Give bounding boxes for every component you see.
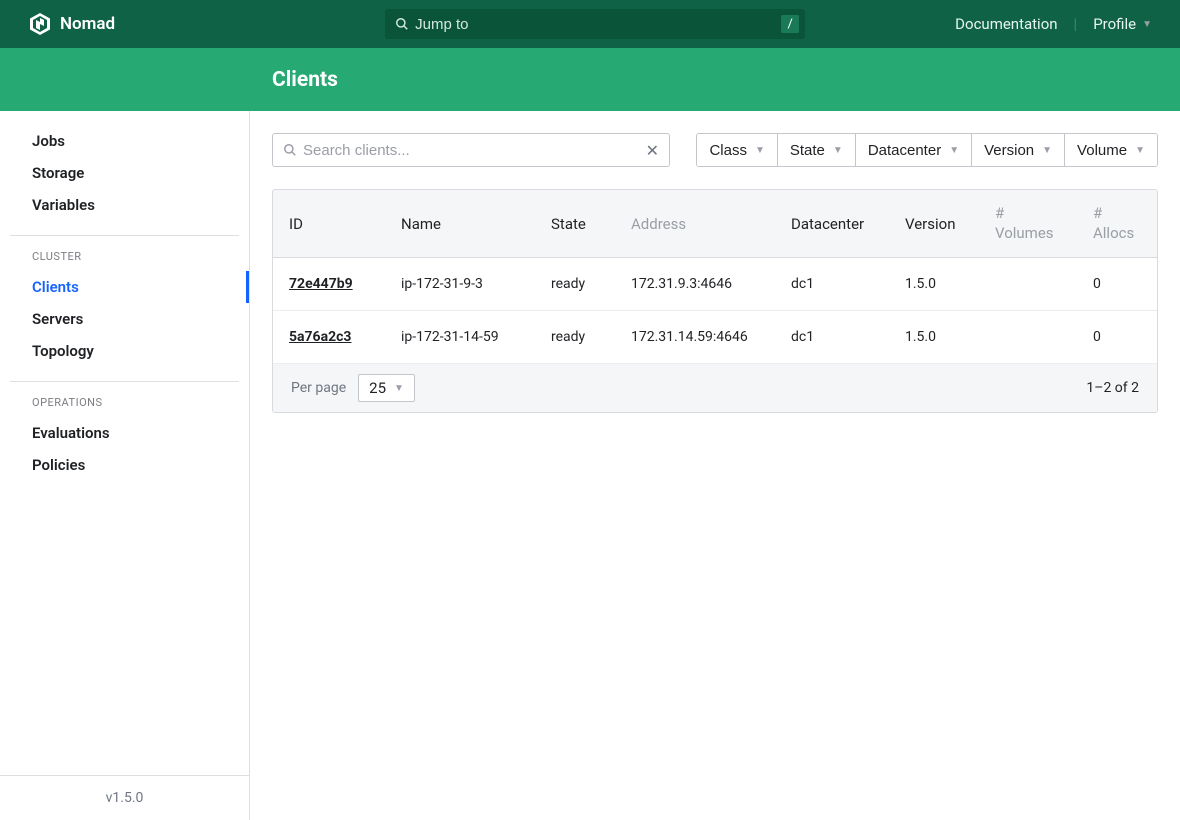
filter-volume[interactable]: Volume▼ [1064, 134, 1157, 166]
sidebar-item-variables[interactable]: Variables [20, 189, 229, 221]
sidebar-item-storage[interactable]: Storage [20, 157, 229, 189]
cell-volumes [979, 329, 1077, 345]
client-id-link[interactable]: 72e447b9 [289, 276, 353, 292]
cell-allocs: 0 [1077, 276, 1157, 292]
cell-address: 172.31.14.59:4646 [615, 329, 775, 345]
slash-shortcut-badge: / [781, 15, 799, 33]
cell-version: 1.5.0 [889, 276, 979, 292]
pagination-info: 1–2 of 2 [1086, 380, 1139, 396]
col-id[interactable]: ID [273, 204, 385, 243]
cell-state: ready [535, 276, 615, 292]
jump-to-input[interactable] [415, 16, 781, 33]
search-icon [283, 143, 297, 157]
clients-table: ID Name State Address Datacenter Version… [272, 189, 1158, 413]
cell-name: ip-172-31-9-3 [385, 276, 535, 292]
caret-down-icon: ▼ [833, 145, 843, 156]
cell-volumes [979, 276, 1077, 292]
filter-group: Class▼ State▼ Datacenter▼ Version▼ Volum… [696, 133, 1158, 167]
table-header: ID Name State Address Datacenter Version… [273, 190, 1157, 258]
cell-address: 172.31.9.3:4646 [615, 276, 775, 292]
sidebar-heading-cluster: CLUSTER [20, 250, 229, 263]
nomad-logo-icon [28, 12, 52, 36]
sidebar-heading-operations: OPERATIONS [20, 396, 229, 409]
col-address: Address [615, 204, 775, 243]
filter-datacenter[interactable]: Datacenter▼ [855, 134, 971, 166]
topbar-right: Documentation | Profile ▼ [955, 15, 1152, 33]
search-clients-box[interactable]: ✕ [272, 133, 670, 167]
filter-version[interactable]: Version▼ [971, 134, 1064, 166]
caret-down-icon: ▼ [755, 145, 765, 156]
page-subheader: Clients [0, 48, 1180, 111]
sidebar-item-jobs[interactable]: Jobs [20, 125, 229, 157]
sidebar-item-servers[interactable]: Servers [20, 303, 229, 335]
topbar-divider: | [1074, 15, 1078, 33]
sidebar-version: v1.5.0 [0, 775, 249, 820]
cell-version: 1.5.0 [889, 329, 979, 345]
caret-down-icon: ▼ [949, 145, 959, 156]
table-row[interactable]: 72e447b9 ip-172-31-9-3 ready 172.31.9.3:… [273, 258, 1157, 311]
sidebar-item-policies[interactable]: Policies [20, 449, 229, 481]
sidebar: Jobs Storage Variables CLUSTER Clients S… [0, 111, 250, 820]
profile-menu[interactable]: Profile ▼ [1093, 15, 1152, 33]
controls-row: ✕ Class▼ State▼ Datacenter▼ Version▼ Vol… [272, 133, 1158, 167]
sidebar-item-evaluations[interactable]: Evaluations [20, 417, 229, 449]
caret-down-icon: ▼ [394, 383, 404, 394]
col-datacenter[interactable]: Datacenter [775, 204, 889, 243]
caret-down-icon: ▼ [1142, 19, 1152, 30]
filter-class[interactable]: Class▼ [697, 134, 776, 166]
profile-label: Profile [1093, 15, 1136, 33]
brand[interactable]: Nomad [28, 12, 115, 36]
main-content: ✕ Class▼ State▼ Datacenter▼ Version▼ Vol… [250, 111, 1180, 820]
caret-down-icon: ▼ [1135, 145, 1145, 156]
page-title: Clients [272, 68, 338, 92]
search-clients-input[interactable] [303, 142, 646, 159]
per-page-label: Per page [291, 380, 346, 396]
search-icon [395, 17, 409, 31]
sidebar-item-topology[interactable]: Topology [20, 335, 229, 367]
cell-datacenter: dc1 [775, 276, 889, 292]
jump-to-search[interactable]: / [385, 9, 805, 39]
col-state[interactable]: State [535, 204, 615, 243]
col-volumes: # Volumes [979, 204, 1077, 243]
documentation-link[interactable]: Documentation [955, 15, 1057, 33]
cell-datacenter: dc1 [775, 329, 889, 345]
brand-label: Nomad [60, 14, 115, 34]
col-version[interactable]: Version [889, 204, 979, 243]
col-name[interactable]: Name [385, 204, 535, 243]
client-id-link[interactable]: 5a76a2c3 [289, 329, 351, 345]
per-page-select[interactable]: 25 ▼ [358, 374, 415, 402]
table-footer: Per page 25 ▼ 1–2 of 2 [273, 364, 1157, 412]
clear-search-icon[interactable]: ✕ [646, 141, 659, 160]
caret-down-icon: ▼ [1042, 145, 1052, 156]
col-allocs: # Allocs [1077, 204, 1157, 243]
top-bar: Nomad / Documentation | Profile ▼ [0, 0, 1180, 48]
cell-name: ip-172-31-14-59 [385, 329, 535, 345]
cell-allocs: 0 [1077, 329, 1157, 345]
sidebar-item-clients[interactable]: Clients [20, 271, 229, 303]
cell-state: ready [535, 329, 615, 345]
table-row[interactable]: 5a76a2c3 ip-172-31-14-59 ready 172.31.14… [273, 311, 1157, 364]
filter-state[interactable]: State▼ [777, 134, 855, 166]
